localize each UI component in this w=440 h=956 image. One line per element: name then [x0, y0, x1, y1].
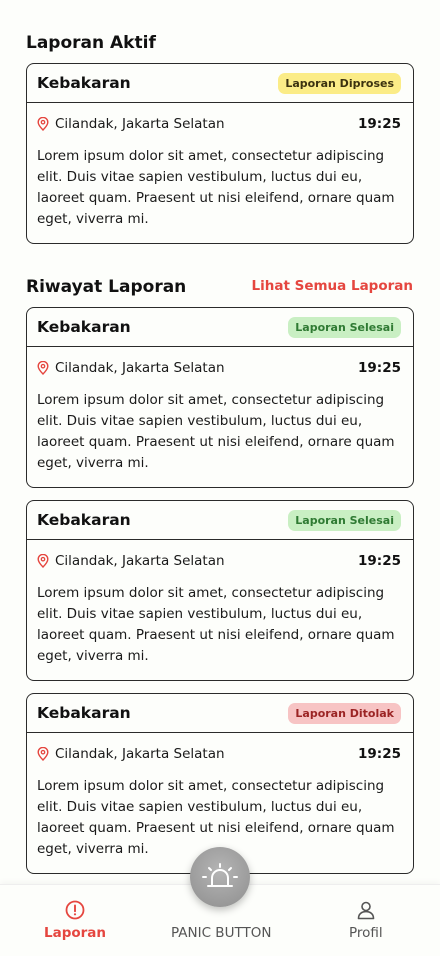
panic-button-label: PANIC BUTTON [171, 925, 272, 941]
see-all-reports-link[interactable]: Lihat Semua Laporan [252, 278, 414, 294]
status-badge: Laporan Ditolak [288, 702, 401, 724]
location-text: Cilandak, Jakarta Selatan [55, 746, 225, 762]
card-header: Kebakaran Laporan Selesai [27, 308, 413, 347]
report-time: 19:25 [358, 360, 401, 376]
panic-button[interactable] [190, 847, 250, 907]
report-time: 19:25 [358, 116, 401, 132]
location: Cilandak, Jakarta Selatan [37, 553, 225, 569]
location-pin-icon [37, 361, 49, 375]
active-reports-title: Laporan Aktif [26, 33, 156, 53]
card-title: Kebakaran [37, 511, 131, 529]
location: Cilandak, Jakarta Selatan [37, 360, 225, 376]
report-time: 19:25 [358, 746, 401, 762]
location-text: Cilandak, Jakarta Selatan [55, 553, 225, 569]
alert-circle-icon [65, 900, 85, 920]
card-title: Kebakaran [37, 704, 131, 722]
status-badge: Laporan Selesai [288, 316, 401, 338]
location-pin-icon [37, 117, 49, 131]
history-report-card[interactable]: Kebakaran Laporan Selesai Cilandak, Jaka… [26, 500, 414, 681]
location: Cilandak, Jakarta Selatan [37, 746, 225, 762]
nav-laporan-label: Laporan [44, 925, 107, 941]
card-meta: Cilandak, Jakarta Selatan 19:25 [27, 552, 413, 570]
active-report-card[interactable]: Kebakaran Laporan Diproses Cilandak, Jak… [26, 63, 414, 244]
card-description: Lorem ipsum dolor sit amet, consectetur … [37, 585, 395, 664]
history-title: Riwayat Laporan [26, 277, 187, 297]
nav-laporan[interactable]: Laporan [44, 899, 106, 941]
nav-profil[interactable]: Profil [349, 899, 383, 941]
card-header: Kebakaran Laporan Selesai [27, 501, 413, 540]
card-header: Kebakaran Laporan Diproses [27, 64, 413, 103]
card-description: Lorem ipsum dolor sit amet, consectetur … [37, 148, 395, 227]
nav-profil-label: Profil [349, 925, 383, 941]
user-icon [357, 901, 375, 920]
card-description: Lorem ipsum dolor sit amet, consectetur … [37, 392, 395, 471]
card-title: Kebakaran [37, 74, 131, 92]
location-pin-icon [37, 747, 49, 761]
card-meta: Cilandak, Jakarta Selatan 19:25 [27, 745, 413, 763]
card-title: Kebakaran [37, 318, 131, 336]
status-badge: Laporan Diproses [278, 72, 401, 94]
location-text: Cilandak, Jakarta Selatan [55, 116, 225, 132]
report-time: 19:25 [358, 553, 401, 569]
location: Cilandak, Jakarta Selatan [37, 116, 225, 132]
card-meta: Cilandak, Jakarta Selatan 19:25 [27, 115, 413, 133]
location-text: Cilandak, Jakarta Selatan [55, 360, 225, 376]
nav-panic-label[interactable]: PANIC BUTTON [171, 925, 271, 941]
history-report-card[interactable]: Kebakaran Laporan Selesai Cilandak, Jaka… [26, 307, 414, 488]
card-header: Kebakaran Laporan Ditolak [27, 694, 413, 733]
status-badge: Laporan Selesai [288, 509, 401, 531]
location-pin-icon [37, 554, 49, 568]
card-meta: Cilandak, Jakarta Selatan 19:25 [27, 359, 413, 377]
siren-icon [202, 863, 238, 887]
